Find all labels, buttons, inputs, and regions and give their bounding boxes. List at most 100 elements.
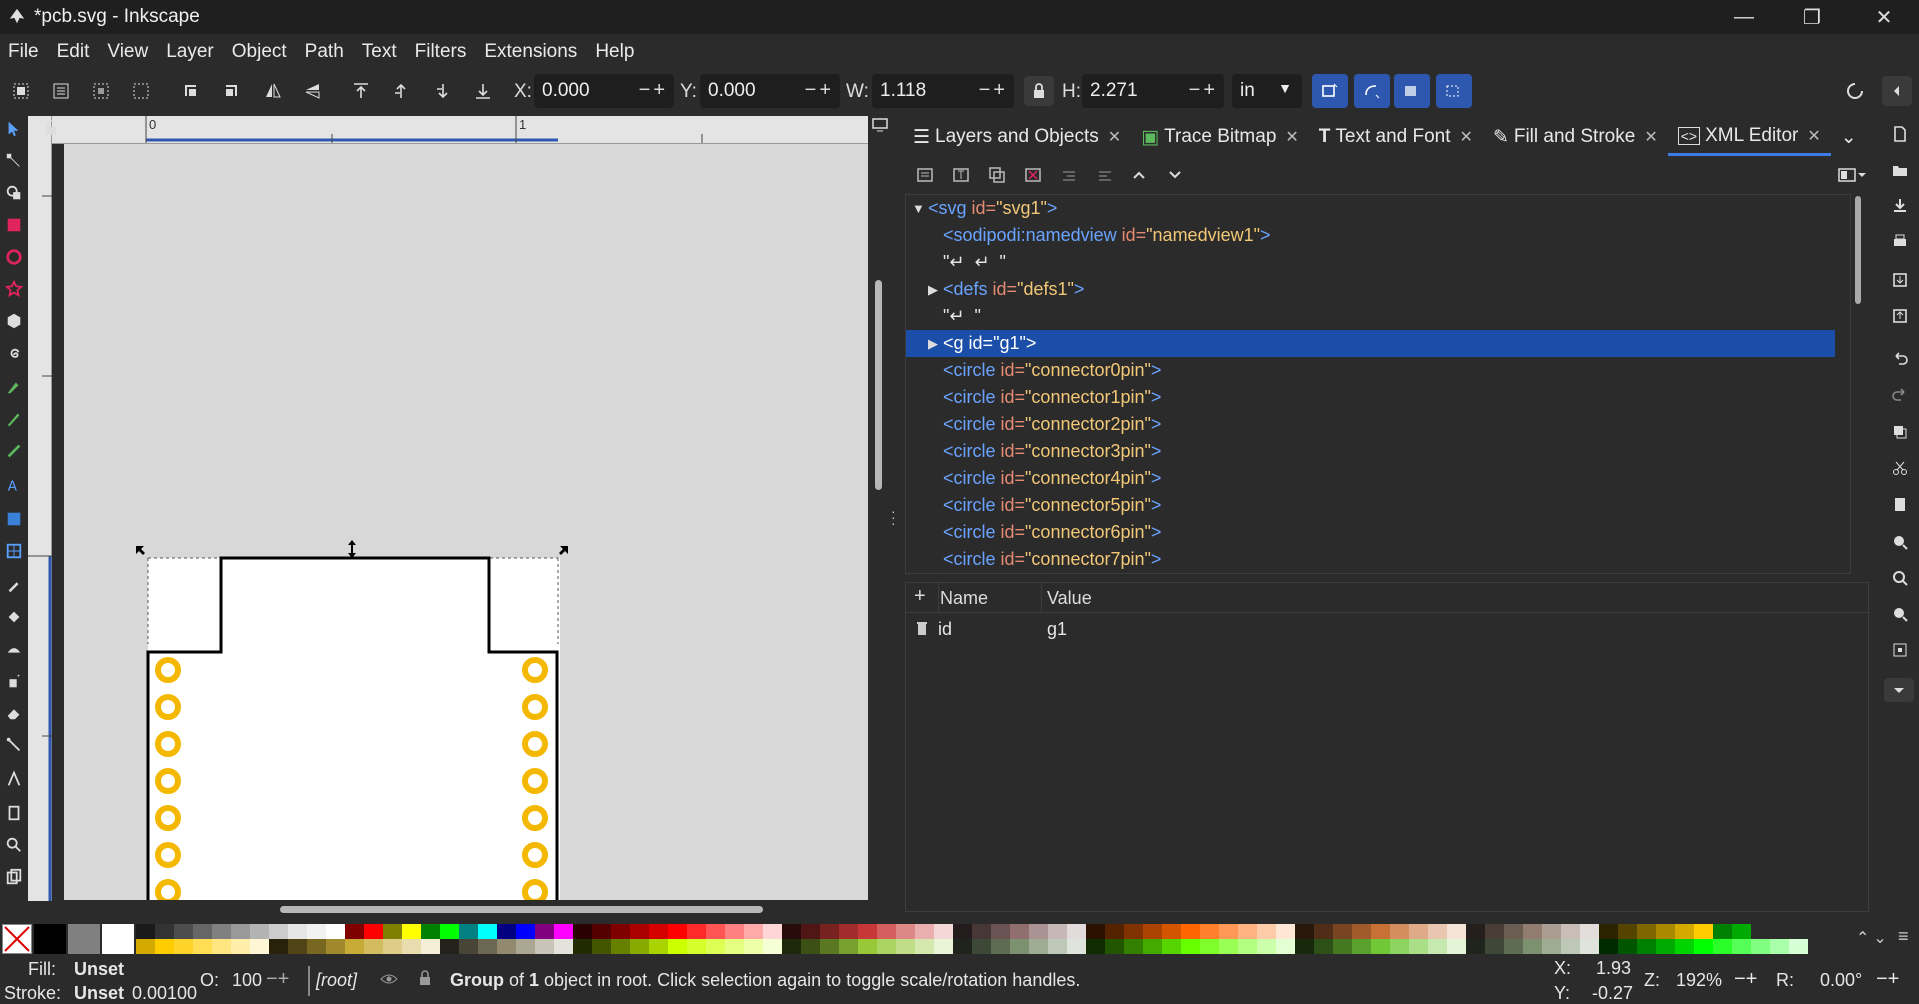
color-swatch[interactable]: [1599, 924, 1618, 939]
zoom-drawing-icon[interactable]: [1888, 566, 1912, 590]
color-swatch[interactable]: [820, 924, 839, 939]
color-swatch[interactable]: [725, 924, 744, 939]
color-swatch[interactable]: [1010, 924, 1029, 939]
cut-icon[interactable]: [1888, 456, 1912, 480]
color-swatch[interactable]: [668, 924, 687, 939]
color-swatch[interactable]: [763, 939, 782, 954]
color-swatch[interactable]: [1447, 924, 1466, 939]
color-swatch[interactable]: [440, 924, 459, 939]
xml-node-circle[interactable]: <circle id="connector6pin">: [906, 519, 1850, 546]
color-swatch[interactable]: [763, 924, 782, 939]
spiral-tool-icon[interactable]: [4, 344, 24, 366]
x-input[interactable]: 0.000 −+: [534, 74, 674, 108]
copy-icon[interactable]: [1888, 420, 1912, 444]
xml-node-svg[interactable]: ▼ <svg id="svg1">: [906, 195, 1850, 222]
color-swatch[interactable]: [250, 939, 269, 954]
color-swatch[interactable]: [1694, 924, 1713, 939]
color-swatch[interactable]: [1618, 924, 1637, 939]
color-swatch[interactable]: [1181, 924, 1200, 939]
color-swatch[interactable]: [1713, 939, 1732, 954]
new-element-node-icon[interactable]: [915, 165, 935, 185]
name-column-header[interactable]: Name: [940, 588, 988, 609]
flip-vertical-icon[interactable]: [298, 76, 328, 106]
y-value[interactable]: 0.000: [708, 80, 756, 102]
unit-value[interactable]: in: [1240, 80, 1255, 102]
pencil-tool-icon[interactable]: [4, 408, 24, 430]
h-input[interactable]: 2.271 −+: [1082, 74, 1224, 108]
unindent-node-icon[interactable]: [1059, 165, 1079, 185]
color-swatch[interactable]: [1086, 939, 1105, 954]
color-swatch[interactable]: [649, 924, 668, 939]
xml-node-defs[interactable]: ▶ <defs id="defs1">: [906, 276, 1850, 303]
export-icon[interactable]: [1888, 304, 1912, 328]
color-swatch[interactable]: [1219, 924, 1238, 939]
tab-trace-bitmap[interactable]: ▣ Trace Bitmap ✕: [1131, 118, 1309, 156]
color-swatch[interactable]: [896, 939, 915, 954]
color-swatch[interactable]: [744, 939, 763, 954]
color-swatch[interactable]: [345, 924, 364, 939]
color-swatch[interactable]: [706, 939, 725, 954]
close-tab-icon[interactable]: ✕: [1285, 127, 1298, 147]
y-input[interactable]: 0.000 −+: [700, 74, 840, 108]
pages-tool-icon[interactable]: [4, 802, 24, 824]
color-swatch[interactable]: [744, 924, 763, 939]
color-swatch[interactable]: [915, 924, 934, 939]
color-swatch[interactable]: [1390, 939, 1409, 954]
color-swatch[interactable]: [1333, 924, 1352, 939]
tabs-overflow-button[interactable]: ⌄: [1831, 118, 1867, 156]
color-swatch[interactable]: [307, 939, 326, 954]
lower-icon[interactable]: [428, 76, 458, 106]
color-swatch[interactable]: [136, 939, 155, 954]
color-swatch[interactable]: [1029, 939, 1048, 954]
color-swatch[interactable]: [877, 939, 896, 954]
color-swatch[interactable]: [421, 939, 440, 954]
save-icon[interactable]: [1888, 194, 1912, 218]
paste-icon[interactable]: [1888, 492, 1912, 516]
color-swatch[interactable]: [1580, 924, 1599, 939]
deselect-icon[interactable]: [86, 76, 116, 106]
xml-node-text[interactable]: "↵ ": [906, 303, 1850, 330]
color-swatch[interactable]: [1352, 924, 1371, 939]
color-swatch[interactable]: [364, 939, 383, 954]
color-swatch[interactable]: [231, 924, 250, 939]
color-swatch[interactable]: [1276, 924, 1295, 939]
lock-guides-icon[interactable]: [44, 120, 58, 136]
color-swatch[interactable]: [1067, 939, 1086, 954]
expand-arrow-icon[interactable]: ▼: [912, 201, 925, 216]
color-swatch[interactable]: [383, 939, 402, 954]
color-swatch[interactable]: [288, 924, 307, 939]
color-swatch[interactable]: [953, 924, 972, 939]
color-swatch[interactable]: [402, 939, 421, 954]
color-swatch[interactable]: [1295, 939, 1314, 954]
opacity-stepper[interactable]: −+: [266, 968, 289, 991]
lock-ratio-button[interactable]: [1024, 76, 1054, 106]
color-swatch[interactable]: [1219, 939, 1238, 954]
color-swatch[interactable]: [1675, 939, 1694, 954]
menu-help[interactable]: Help: [586, 41, 643, 63]
scale-stroke-button[interactable]: [1312, 74, 1348, 108]
color-swatch[interactable]: [1618, 939, 1637, 954]
xml-node-text[interactable]: "↵ ↵ ": [906, 249, 1850, 276]
color-swatch[interactable]: [212, 939, 231, 954]
color-swatch[interactable]: [34, 924, 66, 954]
color-swatch[interactable]: [1086, 924, 1105, 939]
attribute-name[interactable]: id: [938, 619, 952, 640]
color-swatch[interactable]: [1694, 939, 1713, 954]
more-commands-icon[interactable]: [1884, 678, 1914, 702]
current-layer[interactable]: [root]: [316, 970, 357, 991]
color-swatch[interactable]: [1561, 939, 1580, 954]
color-swatch[interactable]: [611, 939, 630, 954]
color-swatch[interactable]: [725, 939, 744, 954]
color-swatch[interactable]: [1314, 939, 1333, 954]
pen-tool-icon[interactable]: [4, 376, 24, 398]
display-mode-icon[interactable]: [872, 118, 888, 132]
select-all-layers-icon[interactable]: [46, 76, 76, 106]
color-swatch[interactable]: [212, 924, 231, 939]
snap-popover-icon[interactable]: [1882, 76, 1912, 106]
spray-tool-icon[interactable]: [4, 670, 24, 692]
color-swatch[interactable]: [839, 924, 858, 939]
maximize-button[interactable]: ❐: [1778, 0, 1846, 34]
color-swatch[interactable]: [1105, 939, 1124, 954]
color-swatch[interactable]: [649, 939, 668, 954]
paint-bucket-icon[interactable]: [4, 606, 24, 628]
